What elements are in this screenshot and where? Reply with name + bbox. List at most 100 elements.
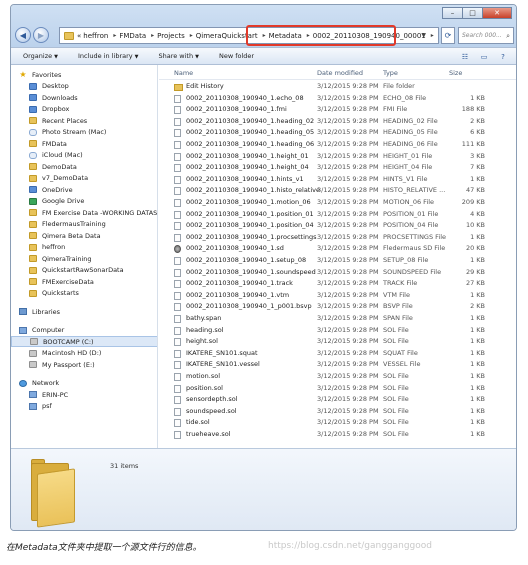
sidebar-item-favorite[interactable]: FMExerciseData <box>11 276 157 287</box>
file-type: HEIGHT_04 File <box>383 163 433 172</box>
forward-arrow-icon[interactable]: ▶ <box>33 27 49 43</box>
column-name[interactable]: Name <box>174 69 193 77</box>
sidebar-item-favorite[interactable]: FMData <box>11 138 157 149</box>
file-row[interactable]: height.sol 3/12/2015 9:28 PM SOL File 1 KB <box>159 336 516 348</box>
file-row[interactable]: 0002_20110308_190940_1.motion_06 3/12/201… <box>159 197 516 209</box>
sidebar-item-favorite[interactable]: v7_DemoData <box>11 173 157 184</box>
sidebar-item-favorite[interactable]: Photo Stream (Mac) <box>11 127 157 138</box>
file-row[interactable]: 0002_20110308_190940_1.sd 3/12/2015 9:28 … <box>159 243 516 255</box>
file-row[interactable]: 0002_20110308_190940_1.position_04 3/12/2… <box>159 220 516 232</box>
sidebar-item-network[interactable]: ERIN-PC <box>11 389 157 400</box>
file-row[interactable]: 0002_20110308_190940_1.track 3/12/2015 9:… <box>159 278 516 290</box>
sidebar-item-favorite[interactable]: DemoData <box>11 161 157 172</box>
back-arrow-icon[interactable]: ◀ <box>15 27 31 43</box>
file-row[interactable]: 0002_20110308_190940_1.soundspeed 3/12/20… <box>159 267 516 279</box>
file-row[interactable]: 0002_20110308_190940_1.heading_02 3/12/20… <box>159 116 516 128</box>
libraries-header[interactable]: Libraries <box>11 306 157 317</box>
file-row[interactable]: 0002_20110308_190940_1.hints_v1 3/12/2015… <box>159 174 516 186</box>
sidebar-item-favorite[interactable]: Google Drive <box>11 196 157 207</box>
breadcrumb-qimeraquickstart[interactable]: QimeraQuickstart <box>196 32 258 40</box>
column-type[interactable]: Type <box>383 69 398 77</box>
file-row[interactable]: 0002_20110308_190940_1.heading_05 3/12/20… <box>159 127 516 139</box>
file-date: 3/12/2015 9:28 PM <box>317 244 379 253</box>
favorites-header[interactable]: ★ Favorites <box>11 69 157 80</box>
file-row[interactable]: 0002_20110308_190940_1_p001.bsvp 3/12/201… <box>159 301 516 313</box>
file-row[interactable]: 0002_20110308_190940_1.heading_06 3/12/20… <box>159 139 516 151</box>
sidebar-item-favorite[interactable]: iCloud (Mac) <box>11 150 157 161</box>
file-icon <box>174 152 181 161</box>
chevron-right-icon[interactable]: ▸ <box>307 32 310 39</box>
sidebar-item-favorite[interactable]: QuickstartRawSonarData <box>11 265 157 276</box>
new-folder-button[interactable]: New folder <box>219 52 254 60</box>
file-row[interactable]: motion.sol 3/12/2015 9:28 PM SOL File 1 KB <box>159 371 516 383</box>
dropdown-arrow-icon[interactable]: ▼ <box>421 32 426 39</box>
column-date-modified[interactable]: Date modified <box>317 69 363 77</box>
sidebar-item-favorite[interactable]: Recent Places <box>11 115 157 126</box>
share-with-menu[interactable]: Share with ▼ <box>158 52 198 60</box>
minimize-button[interactable]: – <box>442 7 463 19</box>
sidebar-item-network[interactable]: psf <box>11 401 157 412</box>
file-row[interactable]: 0002_20110308_190940_1.echo_08 3/12/2015 … <box>159 93 516 105</box>
file-row[interactable]: 0002_20110308_190940_1.setup_08 3/12/2015… <box>159 255 516 267</box>
sidebar-item-favorite[interactable]: QimeraTraining <box>11 253 157 264</box>
preview-pane-icon[interactable]: ▭ <box>477 51 491 62</box>
sidebar-item-favorite[interactable]: FM Exercise Data -WORKING DATASET <box>11 207 157 218</box>
sidebar-item-favorite[interactable]: heffron <box>11 242 157 253</box>
sidebar-item-favorite[interactable]: Desktop <box>11 81 157 92</box>
file-row[interactable]: IKATERE_SN101.squat 3/12/2015 9:28 PM SQUA… <box>159 348 516 360</box>
file-size: 6 KB <box>470 128 485 137</box>
breadcrumb-prefix[interactable]: « <box>77 32 81 40</box>
file-row[interactable]: 0002_20110308_190940_1.histo_relative 3/1… <box>159 185 516 197</box>
view-options-icon[interactable]: ☷ <box>458 51 472 62</box>
sidebar-item-drive[interactable]: My Passport (E:) <box>11 359 157 370</box>
file-row[interactable]: 0002_20110308_190940_1.height_01 3/12/201… <box>159 151 516 163</box>
sidebar-item-drive[interactable]: BOOTCAMP (C:) <box>11 336 157 347</box>
chevron-right-icon[interactable]: ▸ <box>431 32 434 39</box>
breadcrumb-current-folder[interactable]: 0002_20110308_190940_00001 <box>313 32 426 40</box>
help-icon[interactable]: ? <box>496 51 510 62</box>
address-bar[interactable]: « heffron ▸ FMData ▸ Projects ▸ QimeraQu… <box>59 25 439 46</box>
file-row[interactable]: position.sol 3/12/2015 9:28 PM SOL File 1 K… <box>159 383 516 395</box>
sidebar-item-favorite[interactable]: FledermausTraining <box>11 219 157 230</box>
file-size: 29 KB <box>465 267 485 276</box>
include-in-library-menu[interactable]: Include in library ▼ <box>78 52 139 60</box>
sidebar-item-favorite[interactable]: OneDrive <box>11 184 157 195</box>
file-row[interactable]: IKATERE_SN101.vessel 3/12/2015 9:28 PM VES… <box>159 359 516 371</box>
file-row[interactable]: tide.sol 3/12/2015 9:28 PM SOL File 1 KB <box>159 417 516 429</box>
organize-menu[interactable]: Organize ▼ <box>23 52 58 60</box>
search-icon[interactable]: ⌕ <box>506 32 510 41</box>
breadcrumb-fmdata[interactable]: FMData <box>119 32 146 40</box>
file-row[interactable]: 0002_20110308_190940_1.procsettings 3/12/… <box>159 232 516 244</box>
chevron-right-icon[interactable]: ▸ <box>151 32 154 39</box>
search-input[interactable]: Search 000... ⌕ <box>458 27 514 44</box>
file-row[interactable]: heading.sol 3/12/2015 9:28 PM SOL File 1 KB <box>159 325 516 337</box>
column-size[interactable]: Size <box>449 69 462 77</box>
sidebar-item-favorite[interactable]: Downloads <box>11 92 157 103</box>
close-button[interactable]: ✕ <box>482 7 512 19</box>
maximize-button[interactable]: □ <box>462 7 483 19</box>
chevron-right-icon[interactable]: ▸ <box>113 32 116 39</box>
file-row[interactable]: bathy.span 3/12/2015 9:28 PM SPAN File 1 KB <box>159 313 516 325</box>
blue-icon <box>29 94 37 101</box>
file-row[interactable]: 0002_20110308_190940_1.height_04 3/12/201… <box>159 162 516 174</box>
file-row[interactable]: sensordepth.sol 3/12/2015 9:28 PM SOL File… <box>159 394 516 406</box>
file-row[interactable]: soundspeed.sol 3/12/2015 9:28 PM SOL File 1… <box>159 406 516 418</box>
chevron-right-icon[interactable]: ▸ <box>190 32 193 39</box>
breadcrumb-projects[interactable]: Projects <box>157 32 185 40</box>
sidebar-item-favorite[interactable]: Quickstarts <box>11 288 157 299</box>
chevron-right-icon[interactable]: ▸ <box>263 32 266 39</box>
computer-header[interactable]: Computer <box>11 325 157 336</box>
file-row[interactable]: 0002_20110308_190940_1.position_01 3/12/2… <box>159 209 516 221</box>
network-header[interactable]: Network <box>11 378 157 389</box>
breadcrumb-heffron[interactable]: heffron <box>83 32 108 40</box>
refresh-icon[interactable]: ⟳ <box>441 27 455 44</box>
file-row[interactable]: 0002_20110308_190940_1.vtm 3/12/2015 9:28… <box>159 290 516 302</box>
file-row[interactable]: trueheave.sol 3/12/2015 9:28 PM SOL File 1 … <box>159 429 516 441</box>
sidebar-item-drive[interactable]: Macintosh HD (D:) <box>11 348 157 359</box>
sidebar-item-favorite[interactable]: Dropbox <box>11 104 157 115</box>
sidebar-item-label: Computer <box>32 326 65 334</box>
breadcrumb-metadata[interactable]: Metadata <box>269 32 302 40</box>
file-row[interactable]: Edit History 3/12/2015 9:28 PM File folder <box>159 81 516 93</box>
file-row[interactable]: 0002_20110308_190940_1.fmi 3/12/2015 9:28… <box>159 104 516 116</box>
sidebar-item-favorite[interactable]: Qimera Beta Data <box>11 230 157 241</box>
